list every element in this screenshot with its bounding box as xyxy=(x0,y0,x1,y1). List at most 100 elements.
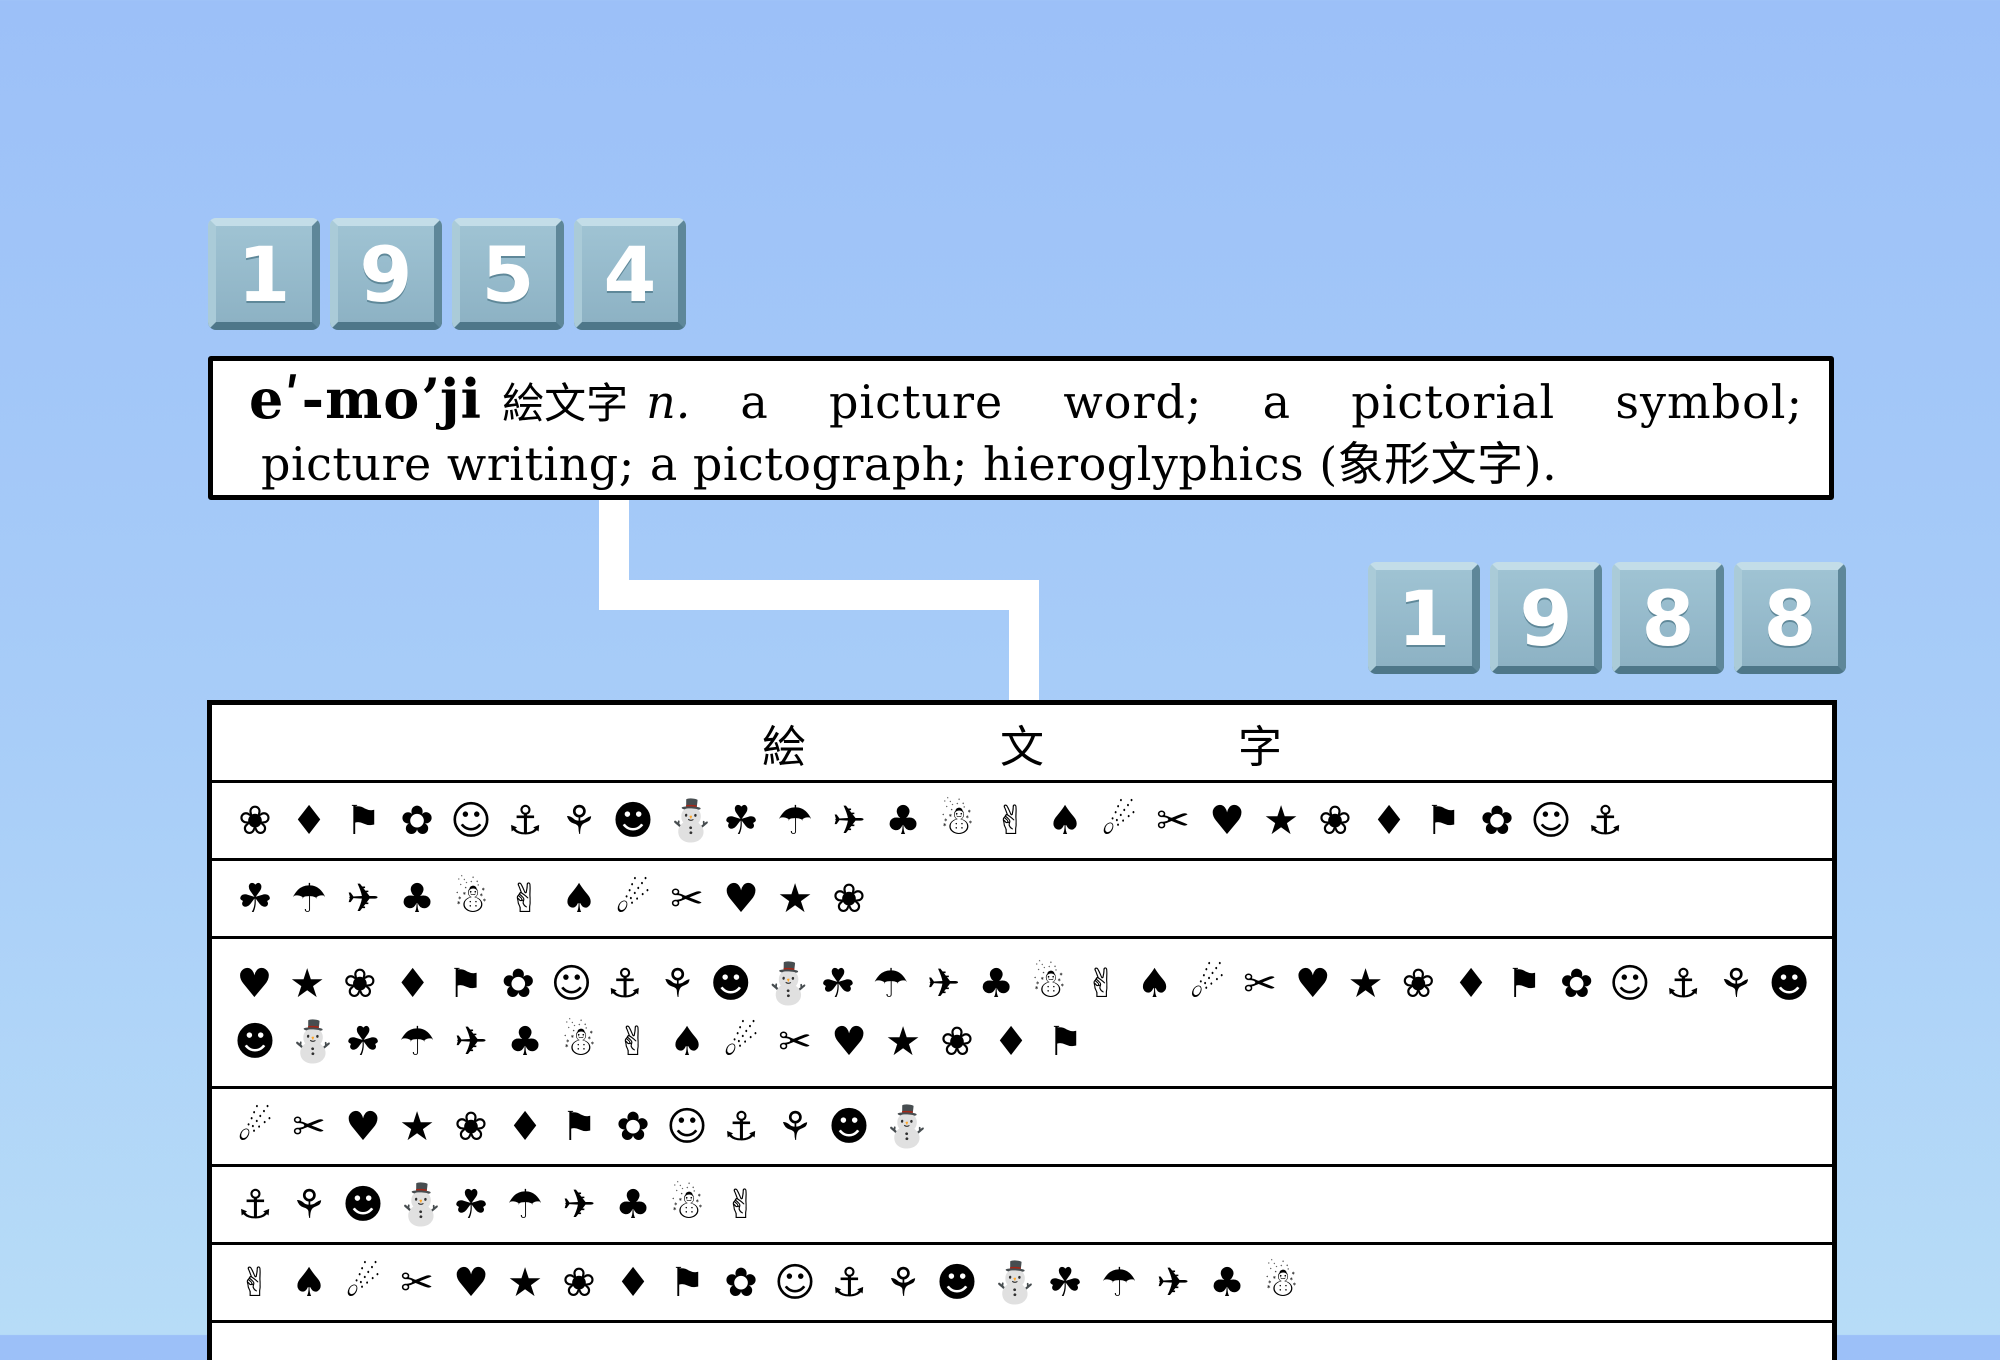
glass-glyph-icon: ⛄ xyxy=(990,1259,1040,1306)
ram-head-glyph-icon: ♦ xyxy=(1371,797,1407,844)
snake-side-glyph-icon: ❀ xyxy=(1401,960,1436,1007)
ram-side-glyph-icon: ⚑ xyxy=(1505,960,1542,1007)
lizard-side-glyph-icon: ✿ xyxy=(1559,960,1594,1007)
year-1988-keycaps: 1 9 8 8 xyxy=(1368,562,1846,674)
hedgehog-glyph-icon: ✿ xyxy=(1480,797,1514,844)
horse-side-glyph-icon: ♦ xyxy=(1453,960,1490,1007)
keycap-digit: 5 xyxy=(452,218,564,330)
carrot-glyph-icon: ✌ xyxy=(724,1181,758,1228)
mouse-glyph-icon: ❀ xyxy=(238,797,272,844)
entry-headword: eʹ-moʼji xyxy=(249,367,483,431)
sail-glyph-icon: ☃ xyxy=(1263,1259,1299,1306)
boar-glyph-icon: ✈ xyxy=(832,797,866,844)
blossom-glyph-icon: ✂ xyxy=(292,1103,326,1150)
ram-face-glyph-icon: ☘ xyxy=(237,875,273,922)
water-bearer-glyph-icon: ★ xyxy=(777,875,813,922)
seahorse-glyph-icon: ☘ xyxy=(819,960,856,1007)
rat-glyph-icon: ♣ xyxy=(885,797,921,844)
keycap-digit: 1 xyxy=(208,218,320,330)
cobra-glyph-icon: ☺ xyxy=(1609,960,1651,1007)
emoji-table: 絵 文 字 ❀ ♦ ⚑ ✿ ☺ ⚓ ⚘ ☻ ⛄ ☘ ☂ ✈ ♣ ☃ ✌ ♠ ☄ ✂ ♥ ★ ❀ ♦ ⚑ ✿ ☺ ⚓ ☘ ☂ ✈ ♣ ☃ ✌ ♠ ☄… xyxy=(207,700,1837,1360)
emoji-table-row: ✌ ♠ ☄ ✂ ♥ ★ ❀ ♦ ⚑ ✿ ☺ ⚓ ⚘ ☻ ⛄ ☘ ☂ ✈ ♣ ☃ xyxy=(212,1245,1832,1323)
keycap-digit: 8 xyxy=(1734,562,1846,674)
rooster-side-glyph-icon: ✌ xyxy=(1084,960,1119,1007)
connector-line-horizontal xyxy=(599,580,1039,610)
mushroom-glyph-icon: ⚘ xyxy=(777,1103,813,1150)
emoji-line: ☄ ✂ ♥ ★ ❀ ♦ ⚑ ✿ ☺ ⚓ ⚘ ☻ ⛄ xyxy=(234,1098,1810,1156)
fish-glyph-icon: ⚓ xyxy=(1587,797,1623,844)
butterfly-glyph-icon: ❀ xyxy=(940,1018,974,1065)
scales-glyph-icon: ♠ xyxy=(561,875,597,922)
year-1954-keycaps: 1 9 5 4 xyxy=(208,218,686,330)
flag-glyph-icon: ☂ xyxy=(507,1181,543,1228)
whale-side-glyph-icon: ❀ xyxy=(562,1259,596,1306)
sprout-glyph-icon: ☻ xyxy=(828,1103,870,1150)
kite-glyph-icon: ✂ xyxy=(400,1259,434,1306)
porcupine-glyph-icon: ☻ xyxy=(234,1018,276,1065)
shell-face-glyph-icon: ♥ xyxy=(453,1259,489,1306)
sheep-side-glyph-icon: ♣ xyxy=(978,960,1015,1007)
scorpion-glyph-icon: ☄ xyxy=(615,875,651,922)
archer-glyph-icon: ✂ xyxy=(670,875,704,922)
rabbit-head-glyph-icon: ⛄ xyxy=(763,960,814,1007)
panda-glyph-icon: ♣ xyxy=(507,1018,543,1065)
maiden-glyph-icon: ✌ xyxy=(508,875,542,922)
grass-glyph-icon: ☃ xyxy=(669,1181,705,1228)
tulip-bud-glyph-icon: ✈ xyxy=(562,1181,596,1228)
dragon-glyph-icon: ☺ xyxy=(450,797,492,844)
crab-face-glyph-icon: ❀ xyxy=(343,960,377,1007)
person-glyph-icon: ✌ xyxy=(238,1259,272,1306)
entry-definition-line2: picture writing; a pictograph; hieroglyp… xyxy=(261,437,1558,491)
bird-fly-glyph-icon: ✂ xyxy=(778,1018,812,1065)
ski-glyph-icon: ☘ xyxy=(1047,1259,1083,1306)
snake-glyph-icon: ⚓ xyxy=(507,797,543,844)
keycap-digit: 8 xyxy=(1612,562,1724,674)
sheep-face-glyph-icon: ♥ xyxy=(236,960,273,1007)
elephant-glyph-icon: ☺ xyxy=(1530,797,1572,844)
pig-head-glyph-icon: ✈ xyxy=(454,1018,488,1065)
bird-glyph-icon: ❀ xyxy=(1318,797,1352,844)
twins-glyph-icon: ✈ xyxy=(346,875,380,922)
rabbit-glyph-icon: ✿ xyxy=(400,797,434,844)
maple-glyph-icon: ✿ xyxy=(616,1103,650,1150)
cow-face-glyph-icon: ★ xyxy=(289,960,326,1007)
ox-head-glyph-icon: ⚘ xyxy=(659,960,696,1007)
crab-side-glyph-icon: ✈ xyxy=(1156,1259,1190,1306)
goat-face-glyph-icon: ✿ xyxy=(501,960,535,1007)
pine-glyph-icon: ☺ xyxy=(666,1103,708,1150)
bird-head-glyph-icon: ☘ xyxy=(345,1018,381,1065)
tulip-glyph-icon: ♥ xyxy=(345,1103,381,1150)
dog-head-glyph-icon: ⛄ xyxy=(288,1018,338,1065)
emoji-table-row: ♥ ★ ❀ ♦ ⚑ ✿ ☺ ⚓ ⚘ ☻ ⛄ ☘ ☂ ✈ ♣ ☃ ✌ ♠ ☄ ✂ ♥ ★ ❀ ♦ ⚑ ✿ ☺ ⚓ ⚘ ☻ ☻ ⛄ ☘ ☂ ✈ ♣ ☃ ✌ ♠ ☄… xyxy=(212,939,1832,1089)
emoji-table-title: 絵 文 字 xyxy=(212,705,1832,783)
bunny-glyph-icon: ♠ xyxy=(1047,797,1083,844)
dragon-side-glyph-icon: ★ xyxy=(1347,960,1384,1007)
bouquet-glyph-icon: ☻ xyxy=(342,1181,384,1228)
elephant-side-glyph-icon: ✌ xyxy=(616,1018,650,1065)
ram-glyph-icon: ✂ xyxy=(1156,797,1190,844)
grapes-glyph-icon: ⚓ xyxy=(831,1259,867,1306)
ox-face-glyph-icon: ☂ xyxy=(291,875,327,922)
dictionary-entry: eʹ-moʼji 絵文字 n. a picture word; a pictor… xyxy=(208,356,1834,500)
emoji-line: ☻ ⛄ ☘ ☂ ✈ ♣ ☃ ✌ ♠ ☄ ✂ ♥ ★ ❀ ♦ ⚑ xyxy=(234,1013,1810,1071)
keycap-digit: 9 xyxy=(330,218,442,330)
dog-glyph-icon: ☂ xyxy=(777,797,813,844)
deer-glyph-icon: ⚑ xyxy=(447,960,484,1007)
emoji-line: ☘ ☂ ✈ ♣ ☃ ✌ ♠ ☄ ✂ ♥ ★ ❀ xyxy=(234,870,1810,928)
tiger-glyph-icon: ⚑ xyxy=(345,797,381,844)
emoji-line: ♥ ★ ❀ ♦ ⚑ ✿ ☺ ⚓ ⚘ ☻ ⛄ ☘ ☂ ✈ ♣ ☃ ✌ ♠ ☄ ✂ ♥ ★ ❀ ♦ ⚑ ✿ ☺ ⚓ ⚘ ☻ xyxy=(234,955,1810,1013)
ginkgo-glyph-icon: ⚑ xyxy=(561,1103,597,1150)
branch-flower-glyph-icon: ♣ xyxy=(615,1181,651,1228)
giraffe-glyph-icon: ☃ xyxy=(561,1018,597,1065)
serpent-glyph-icon: ★ xyxy=(1263,797,1299,844)
ox-glyph-icon: ☃ xyxy=(939,797,975,844)
club-glyph-icon: ♣ xyxy=(1209,1259,1245,1306)
tiger-head-glyph-icon: ☻ xyxy=(709,960,752,1007)
cat-glyph-icon: ✌ xyxy=(994,797,1028,844)
rabbit-side-glyph-icon: ♥ xyxy=(1294,960,1331,1007)
melon-glyph-icon: ☺ xyxy=(774,1259,816,1306)
cat-head-glyph-icon: ☂ xyxy=(399,1018,435,1065)
koala-glyph-icon: ♠ xyxy=(669,1018,705,1065)
emoji-line: ✌ ♠ ☄ ✂ ♥ ★ ❀ ♦ ⚑ ✿ ☺ ⚓ ⚘ ☻ ⛄ ☘ ☂ ✈ ♣ ☃ xyxy=(234,1254,1810,1312)
rose-glyph-icon: ⚑ xyxy=(669,1259,705,1306)
